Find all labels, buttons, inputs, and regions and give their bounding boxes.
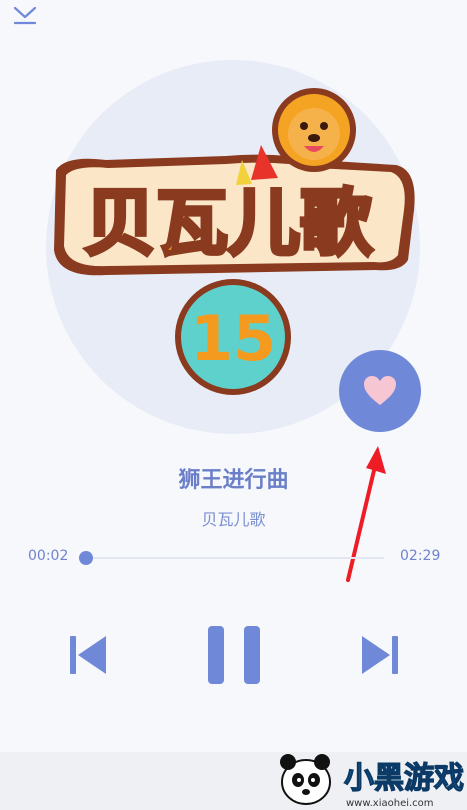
progress-thumb[interactable] [78,551,93,565]
pause-button[interactable] [206,624,262,686]
like-button[interactable] [339,350,421,432]
pause-icon [208,626,260,684]
skip-next-icon [362,636,398,674]
cover-logo-text: 贝瓦儿歌 [84,181,373,265]
chevron-down-icon [13,6,37,25]
watermark-brand-text: 小黑游戏 [344,761,464,796]
song-artist: 贝瓦儿歌 [201,510,266,529]
total-time: 02:29 [400,548,441,564]
next-track-button[interactable] [360,634,400,676]
current-time: 00:02 [28,548,69,564]
watermark-url: www.xiaohei.com [346,798,434,809]
watermark-logo: 小黑游戏 www.xiaohei.com [280,754,465,809]
song-title: 狮王进行曲 [178,468,289,493]
heart-icon [364,376,396,405]
progress-bar[interactable] [78,551,384,565]
cover-number: 15 [190,302,276,375]
skip-previous-icon [70,636,106,674]
previous-track-button[interactable] [68,634,108,676]
collapse-button[interactable] [12,4,38,26]
